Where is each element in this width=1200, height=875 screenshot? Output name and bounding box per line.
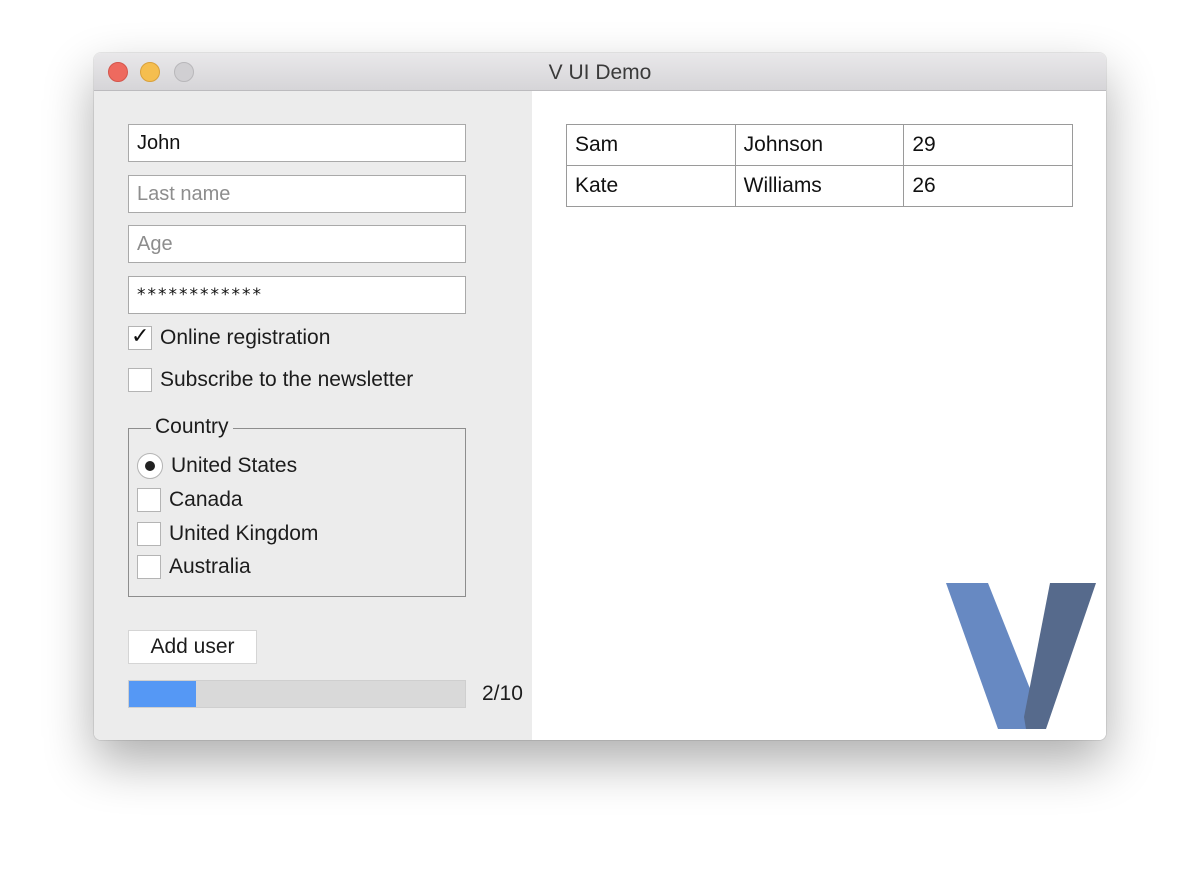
country-option-australia[interactable]: Australia: [137, 555, 251, 579]
progress-bar: [128, 680, 466, 708]
users-panel: Sam Johnson 29 Kate Williams 26: [532, 91, 1106, 740]
country-group: Country United States Canada United King…: [128, 415, 466, 597]
table-row[interactable]: Sam Johnson 29: [566, 124, 1073, 166]
radio-selected-icon[interactable]: [137, 453, 163, 479]
age-cell: 29: [903, 124, 1073, 166]
online-registration-checkbox[interactable]: ✓ Online registration: [128, 324, 331, 350]
app-window: V UI Demo ✓ Online registration Subscrib…: [94, 53, 1106, 740]
v-logo-right-stroke: [1024, 583, 1096, 729]
progress-label: 2/10: [482, 682, 523, 705]
first-name-input[interactable]: [128, 124, 466, 162]
radio-unselected-icon[interactable]: [137, 488, 161, 512]
password-input[interactable]: [128, 276, 466, 314]
newsletter-label: Subscribe to the newsletter: [160, 368, 414, 391]
form-panel: ✓ Online registration Subscribe to the n…: [94, 91, 532, 740]
country-legend: Country: [151, 415, 233, 439]
age-input[interactable]: [128, 225, 466, 263]
first-name-cell: Sam: [566, 124, 736, 166]
radio-unselected-icon[interactable]: [137, 522, 161, 546]
window-title: V UI Demo: [548, 61, 652, 84]
add-user-button[interactable]: Add user: [128, 630, 257, 664]
online-registration-label: Online registration: [160, 326, 331, 349]
country-option-label: United Kingdom: [169, 522, 319, 545]
radio-dot: [145, 461, 155, 471]
first-name-cell: Kate: [566, 165, 736, 207]
progress-bar-fill: [129, 681, 197, 707]
last-name-cell: Williams: [734, 165, 905, 207]
age-cell: 26: [903, 165, 1073, 207]
last-name-input[interactable]: [128, 175, 466, 213]
newsletter-checkbox[interactable]: Subscribe to the newsletter: [128, 368, 413, 392]
table-row[interactable]: Kate Williams 26: [566, 165, 1073, 207]
country-option-label: Australia: [169, 555, 251, 578]
last-name-cell: Johnson: [734, 124, 905, 166]
checkbox-box[interactable]: [128, 368, 152, 392]
checkbox-box[interactable]: ✓: [128, 324, 152, 350]
country-option-label: Canada: [169, 488, 243, 511]
country-option-label: United States: [171, 454, 298, 477]
country-option-united-kingdom[interactable]: United Kingdom: [137, 522, 318, 546]
country-option-canada[interactable]: Canada: [137, 488, 243, 512]
users-table: Sam Johnson 29 Kate Williams 26: [566, 124, 1073, 207]
checkmark-icon: ✓: [131, 324, 150, 349]
country-option-united-states[interactable]: United States: [137, 453, 298, 479]
radio-unselected-icon[interactable]: [137, 555, 161, 579]
v-logo-icon: [946, 583, 1096, 729]
title-bar[interactable]: V UI Demo: [94, 53, 1106, 91]
